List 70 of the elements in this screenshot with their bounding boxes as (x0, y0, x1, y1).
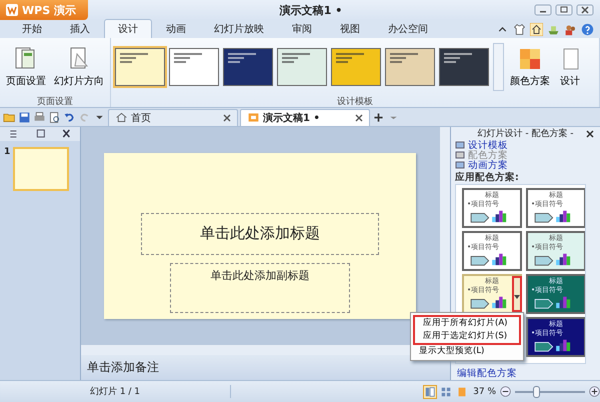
title-placeholder[interactable]: 单击此处添加标题 (141, 212, 379, 254)
ribbon-tab[interactable]: 办公空间 (374, 19, 442, 38)
notes-placeholder[interactable]: 单击添加备注 (87, 359, 159, 376)
color-scheme-button[interactable]: 颜色方案 (508, 44, 552, 90)
close-icon[interactable] (223, 114, 231, 122)
slides-icon (247, 111, 260, 124)
pane-link[interactable]: 设计模板 (451, 140, 600, 150)
ribbon-tab[interactable]: 插入 (56, 19, 104, 38)
group-label: 页面设置 (36, 96, 74, 107)
menu-item[interactable]: 应用于选定幻灯片(S) (415, 330, 519, 343)
slide-thumbnail[interactable] (13, 147, 70, 191)
design-button[interactable]: 设计 (556, 44, 584, 90)
zoom-level: 37 % (472, 386, 497, 396)
slide-counter: 幻灯片 1 / 1 (0, 385, 231, 398)
ribbon-tab[interactable]: 幻灯片放映 (200, 19, 278, 38)
minimize-button[interactable] (534, 4, 552, 16)
slide-icon (455, 140, 465, 150)
section-label: 应用配色方案: (454, 170, 520, 184)
maximize-button[interactable] (555, 4, 573, 16)
home-icon[interactable] (530, 22, 543, 36)
template-thumbnail[interactable] (169, 48, 219, 86)
document-tab[interactable]: 首页 (108, 108, 238, 126)
edit-scheme-link[interactable]: 编辑配色方案 (451, 364, 523, 380)
zoom-out-button[interactable] (500, 386, 511, 397)
close-icon[interactable] (355, 114, 363, 122)
zoom-in-button[interactable] (589, 386, 600, 397)
template-thumbnail[interactable] (385, 48, 435, 86)
page-setup-button[interactable]: 页面设置 (4, 44, 48, 90)
shirt-icon[interactable] (513, 22, 526, 36)
people-icon[interactable] (564, 22, 577, 36)
ribbon-tab[interactable]: 设计 (104, 19, 152, 38)
ribbon-tab[interactable]: 视图 (326, 19, 374, 38)
view-button[interactable] (423, 384, 438, 398)
dropdown-button[interactable] (512, 276, 522, 312)
window-title: 演示文稿1 • (278, 2, 344, 18)
ribbon-tab[interactable]: 审阅 (278, 19, 326, 38)
home-icon (115, 111, 128, 124)
template-thumbnail[interactable] (115, 48, 165, 86)
pane-link[interactable]: 动画方案 (451, 160, 600, 170)
save-icon[interactable] (18, 110, 31, 124)
tab-label: 演示文稿1 • (263, 112, 320, 124)
menu-item[interactable]: 显示大型预览(L) (411, 345, 523, 358)
slide-icon (455, 150, 465, 160)
document-tab[interactable]: 演示文稿1 • (240, 108, 370, 126)
template-thumbnail[interactable] (223, 48, 273, 86)
slide-orientation-button[interactable]: 幻灯片方向 (52, 44, 106, 90)
close-button[interactable] (576, 4, 594, 16)
subtitle-placeholder[interactable]: 单击此处添加副标题 (170, 262, 350, 312)
ribbon-tab[interactable]: 动画 (152, 19, 200, 38)
undo-icon[interactable] (63, 110, 76, 124)
view-button[interactable] (439, 384, 454, 398)
gallery-scrollbar[interactable] (493, 42, 504, 90)
menu-item[interactable]: 应用于所有幻灯片(A) (415, 317, 519, 330)
slider-thumb[interactable] (533, 386, 540, 398)
tab-label: 首页 (131, 112, 151, 124)
template-thumbnail[interactable] (439, 48, 489, 86)
new-tab-icon[interactable] (372, 110, 385, 124)
pane-title[interactable]: 幻灯片设计 - 配色方案 - (477, 127, 574, 140)
help-icon[interactable] (581, 22, 594, 36)
caret-icon (514, 294, 520, 299)
slide-icon (455, 160, 465, 170)
template-thumbnail[interactable] (277, 48, 327, 86)
print-icon[interactable] (33, 110, 46, 124)
close-icon[interactable] (586, 130, 594, 138)
slide-number: 1 (4, 147, 10, 159)
ribbon-tab[interactable]: 开始 (8, 19, 56, 38)
template-thumbnail[interactable] (331, 48, 381, 86)
print-preview-icon[interactable] (48, 110, 61, 124)
group-label: 设计模板 (336, 96, 374, 107)
logo (6, 4, 18, 16)
